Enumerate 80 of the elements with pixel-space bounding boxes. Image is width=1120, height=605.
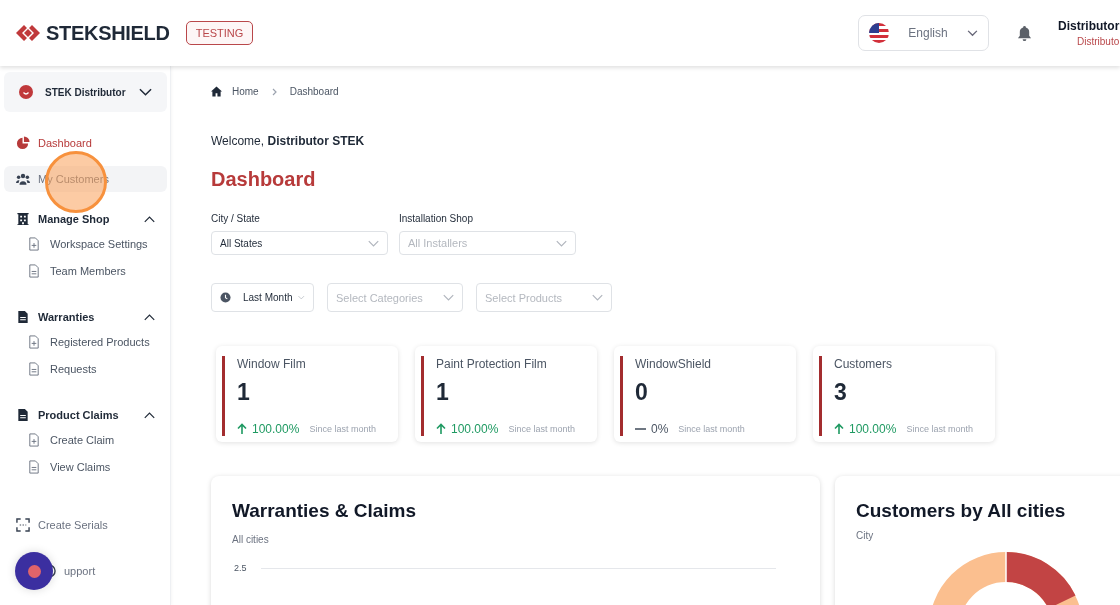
home-icon xyxy=(211,86,222,97)
change-value: 100.00% xyxy=(849,422,897,436)
file-text-icon xyxy=(27,459,41,474)
period-dropdown[interactable]: Last Month xyxy=(211,283,314,312)
sidebar-subitem[interactable]: View Claims xyxy=(4,453,166,480)
axis-label: 2.5 xyxy=(234,563,247,573)
chevron-down-icon xyxy=(967,29,978,37)
user-name: Distributor xyxy=(1058,19,1120,33)
stat-note: Since last month xyxy=(678,424,745,434)
change-value: 100.00% xyxy=(451,422,499,436)
arrow-up-icon xyxy=(436,423,446,435)
file-plus-icon xyxy=(27,236,41,251)
sidebar-subitem[interactable]: Registered Products xyxy=(4,328,166,355)
account-switcher[interactable]: STEK Distributor xyxy=(4,72,167,112)
file-plus-icon xyxy=(27,432,41,447)
stat-value: 0 xyxy=(635,379,649,406)
chevron-up-icon xyxy=(144,215,155,223)
stat-note: Since last month xyxy=(906,424,973,434)
change-value: 0% xyxy=(651,422,669,436)
file-text-icon xyxy=(27,263,41,278)
building-icon xyxy=(16,212,30,226)
stat-title: Customers xyxy=(834,357,893,371)
file-text-icon xyxy=(27,361,41,376)
stat-title: WindowShield xyxy=(635,357,713,371)
flag-icon xyxy=(869,23,889,43)
chevron-down-icon xyxy=(443,294,454,301)
sidebar-subitem[interactable]: Create Claim xyxy=(4,426,166,453)
stat-title: Window Film xyxy=(237,357,307,371)
sidebar-subitem[interactable]: Team Members xyxy=(4,257,166,284)
breadcrumb-link[interactable]: Home xyxy=(232,86,259,97)
arrow-up-icon xyxy=(237,423,247,435)
sidebar-item[interactable]: Dashboard xyxy=(4,130,167,156)
stat-value: 1 xyxy=(436,379,450,406)
field-label: City / State xyxy=(211,213,261,224)
record-dot-icon xyxy=(27,564,41,578)
chevron-up-icon xyxy=(144,411,155,419)
users-icon xyxy=(16,172,30,186)
clock-icon xyxy=(220,292,231,303)
chevron-up-icon xyxy=(144,313,155,321)
chevron-down-icon xyxy=(139,88,152,96)
breadcrumb-link[interactable]: Dashboard xyxy=(289,86,339,97)
chevron-down-icon xyxy=(368,239,379,247)
logo-text: STEKSHIELD xyxy=(46,21,170,45)
sidebar-subitem[interactable]: Workspace Settings xyxy=(4,230,166,257)
user-role: Distributo xyxy=(1077,36,1120,47)
page-title: Dashboard xyxy=(211,168,317,191)
chart-title: Warranties & Claims xyxy=(232,500,418,522)
sidebar-group[interactable]: Manage Shop xyxy=(4,208,167,230)
field-label: Installation Shop xyxy=(399,213,474,224)
chevron-right-icon xyxy=(271,87,277,96)
account-icon xyxy=(19,85,33,99)
sidebar-subitem[interactable]: Requests xyxy=(4,355,166,382)
dash-icon xyxy=(635,428,646,430)
stat-note: Since last month xyxy=(508,424,575,434)
language-select[interactable]: English xyxy=(858,15,989,51)
stat-value: 1 xyxy=(237,379,251,406)
chevron-down-icon xyxy=(298,294,305,301)
chevron-down-icon xyxy=(556,239,567,247)
pie-chart-icon xyxy=(16,136,30,150)
dropdown-field[interactable]: All States xyxy=(211,231,388,255)
chart-subtitle: City xyxy=(856,530,875,541)
stat-title: Paint Protection Film xyxy=(436,357,548,371)
logo-icon xyxy=(15,24,41,42)
document-icon xyxy=(16,310,30,324)
stat-note: Since last month xyxy=(309,424,376,434)
file-plus-icon xyxy=(27,334,41,349)
document-icon xyxy=(16,408,30,422)
chart-title: Customers by All cities xyxy=(856,500,1067,522)
sidebar-group[interactable]: Product Claims xyxy=(4,404,167,426)
sidebar-group[interactable]: Warranties xyxy=(4,306,167,328)
chevron-down-icon xyxy=(592,294,603,301)
stat-value: 3 xyxy=(834,379,848,406)
environment-badge: TESTING xyxy=(185,21,254,45)
bell-icon[interactable] xyxy=(1017,24,1032,42)
scan-frame-icon xyxy=(16,518,30,532)
chart-subtitle: All cities xyxy=(232,534,270,545)
welcome-message: Welcome, Distributor STEK xyxy=(211,134,366,148)
sidebar-item[interactable]: Create Serials xyxy=(4,512,167,538)
change-value: 100.00% xyxy=(252,422,300,436)
arrow-up-icon xyxy=(834,423,844,435)
